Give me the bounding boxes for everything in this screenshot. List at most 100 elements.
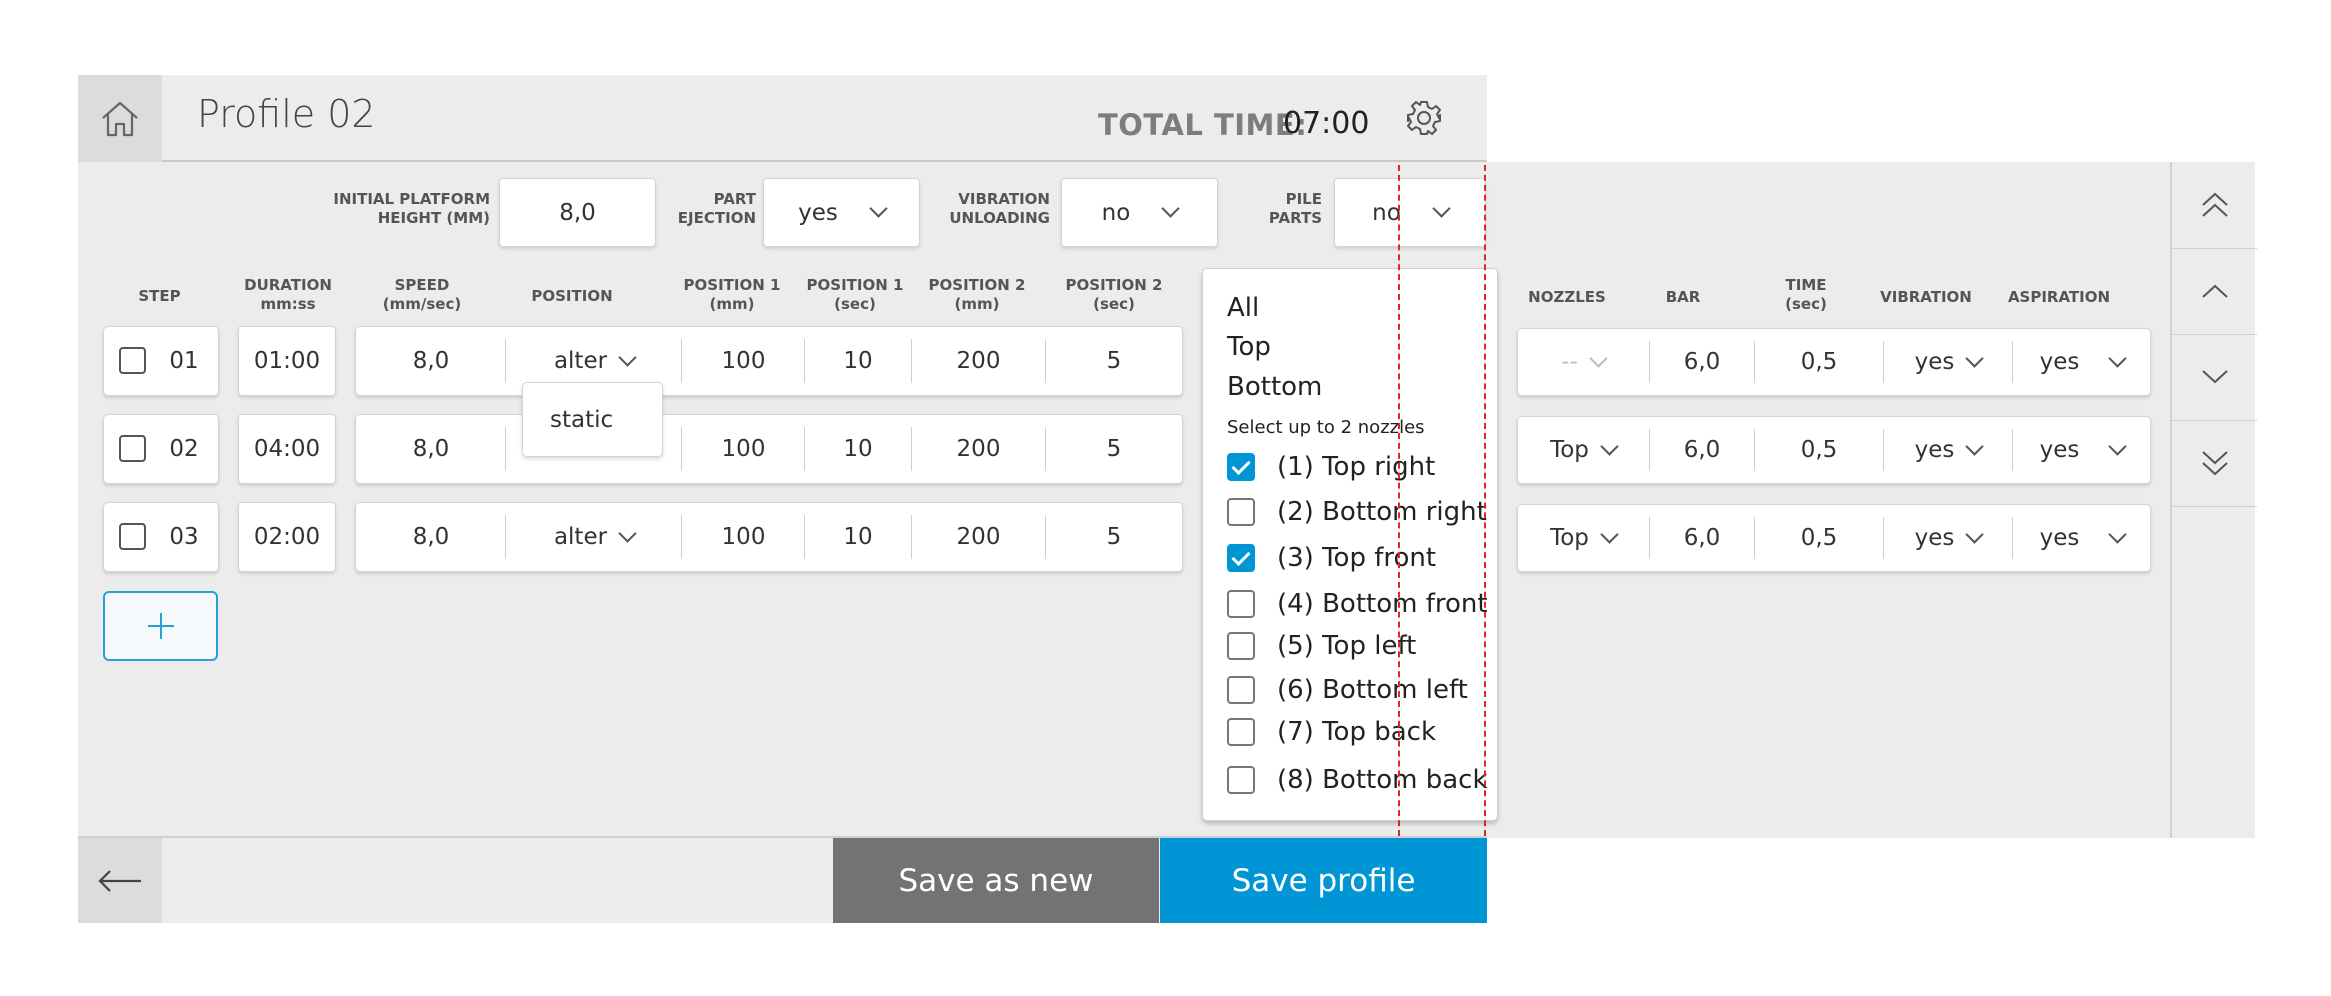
position2-sec-input[interactable]: 5 [1046,327,1182,395]
duration-input[interactable]: 04:00 [238,414,336,484]
guide-line [1484,165,1486,836]
nozzle-checkbox[interactable] [1227,498,1255,526]
nozzle-option[interactable]: (6) Bottom left [1227,675,1468,705]
bar-input[interactable]: 6,0 [1650,417,1754,483]
nozzle-checkbox[interactable] [1227,632,1255,660]
plus-icon [147,613,174,639]
position1-mm-input[interactable]: 100 [682,503,805,571]
add-step-button[interactable] [103,591,218,661]
nozzle-checkbox[interactable] [1227,718,1255,746]
column-header-duration: DURATION mm:ss [244,276,332,313]
step-checkbox[interactable] [119,347,146,374]
position2-mm-input[interactable]: 200 [912,327,1045,395]
bar-input[interactable]: 6,0 [1650,505,1754,571]
nozzle-option[interactable]: (3) Top front [1227,543,1436,573]
nozzle-settings-panel [1487,162,2255,838]
bar-input[interactable]: 6,0 [1650,329,1754,395]
nozzles-select[interactable]: Top [1518,505,1648,571]
scroll-rail [2170,162,2257,838]
position2-mm-input[interactable]: 200 [912,415,1045,483]
time-input[interactable]: 0,5 [1755,329,1883,395]
duration-input[interactable]: 02:00 [238,502,336,572]
nozzles-select[interactable]: Top [1518,417,1648,483]
nozzle-checkbox[interactable] [1227,590,1255,618]
step-checkbox[interactable] [119,523,146,550]
nozzle-option[interactable]: (5) Top left [1227,631,1416,661]
duration-input[interactable]: 01:00 [238,326,336,396]
nozzle-option[interactable]: (2) Bottom right [1227,497,1487,527]
nozzle-row: -- 6,0 0,5 yes yes [1517,328,2151,396]
pile-parts-label: PILE PARTS [1268,190,1322,227]
nozzles-select[interactable]: -- [1518,329,1648,395]
aspiration-select[interactable]: yes [2013,417,2151,483]
initial-platform-height-input[interactable]: 8,0 [499,178,656,247]
position1-mm-input[interactable]: 100 [682,415,805,483]
nozzle-group-bottom[interactable]: Bottom [1227,372,1322,402]
position-select[interactable]: alter [506,503,682,571]
time-input[interactable]: 0,5 [1755,505,1883,571]
step-checkbox[interactable] [119,435,146,462]
scroll-up-button[interactable] [2172,248,2257,335]
column-header-position2-mm: POSITION 2 (mm) [928,276,1026,313]
home-icon [102,101,138,136]
column-header-position: POSITION [531,287,613,305]
aspiration-select[interactable]: yes [2013,329,2151,395]
column-header-position1-sec: POSITION 1 (sec) [806,276,904,313]
page-title: Profile 02 [197,92,376,136]
save-as-new-button[interactable]: Save as new [833,838,1159,923]
part-ejection-select[interactable]: yes [763,178,920,247]
initial-platform-height-label: INITIAL PLATFORM HEIGHT (mm) [333,190,490,227]
time-input[interactable]: 0,5 [1755,417,1883,483]
chevron-down-icon [1432,199,1451,218]
column-header-nozzles: NOZZLES [1528,288,1606,306]
column-header-bar: BAR [1665,288,1701,306]
position2-sec-input[interactable]: 5 [1046,415,1182,483]
position-option-static[interactable]: static [522,382,663,457]
nozzle-option[interactable]: (1) Top right [1227,452,1435,482]
chevron-down-icon [1600,524,1619,544]
column-header-time: TIME (sec) [1785,276,1827,313]
nozzle-checkbox[interactable] [1227,544,1255,572]
table-row: 8,0 alter 100 10 200 5 [355,502,1183,572]
save-profile-button[interactable]: Save profile [1160,838,1487,923]
position1-sec-input[interactable]: 10 [805,415,911,483]
chevron-up-icon [2201,284,2228,298]
speed-input[interactable]: 8,0 [356,415,506,483]
position2-mm-input[interactable]: 200 [912,503,1045,571]
nozzle-group-top[interactable]: Top [1227,332,1271,362]
nozzle-group-all[interactable]: All [1227,293,1259,323]
position2-sec-input[interactable]: 5 [1046,503,1182,571]
scroll-bottom-button[interactable] [2172,420,2257,507]
speed-input[interactable]: 8,0 [356,327,506,395]
column-header-position1-mm: POSITION 1 (mm) [683,276,781,313]
nozzle-option[interactable]: (8) Bottom back [1227,765,1488,795]
home-button[interactable] [78,75,162,162]
position1-mm-input[interactable]: 100 [682,327,805,395]
aspiration-select[interactable]: yes [2013,505,2151,571]
column-header-step: STEP [138,287,181,305]
vibration-select[interactable]: yes [1884,505,2012,571]
chevron-down-icon [1161,199,1181,218]
nozzle-checkbox[interactable] [1227,453,1255,481]
nozzle-checkbox[interactable] [1227,766,1255,794]
pile-parts-select[interactable]: no [1334,178,1486,247]
speed-input[interactable]: 8,0 [356,503,506,571]
vibration-unloading-select[interactable]: no [1061,178,1218,247]
nozzle-option[interactable]: (7) Top back [1227,717,1436,747]
settings-button[interactable] [1405,99,1443,137]
nozzle-checkbox[interactable] [1227,676,1255,704]
nozzle-dropdown: All Top Bottom Select up to 2 nozzles (1… [1202,268,1498,821]
step-cell: 02 [103,414,219,484]
chevron-down-icon [1965,436,1985,456]
position1-sec-input[interactable]: 10 [805,327,911,395]
arrow-left-icon [98,869,141,892]
scroll-top-button[interactable] [2172,162,2257,249]
back-button[interactable] [78,838,162,923]
vibration-select[interactable]: yes [1884,329,2012,395]
nozzle-row: Top 6,0 0,5 yes yes [1517,504,2151,572]
vibration-select[interactable]: yes [1884,417,2012,483]
scroll-down-button[interactable] [2172,334,2257,421]
chevron-down-icon [1589,348,1608,368]
position1-sec-input[interactable]: 10 [805,503,911,571]
nozzle-option[interactable]: (4) Bottom front [1227,589,1488,619]
